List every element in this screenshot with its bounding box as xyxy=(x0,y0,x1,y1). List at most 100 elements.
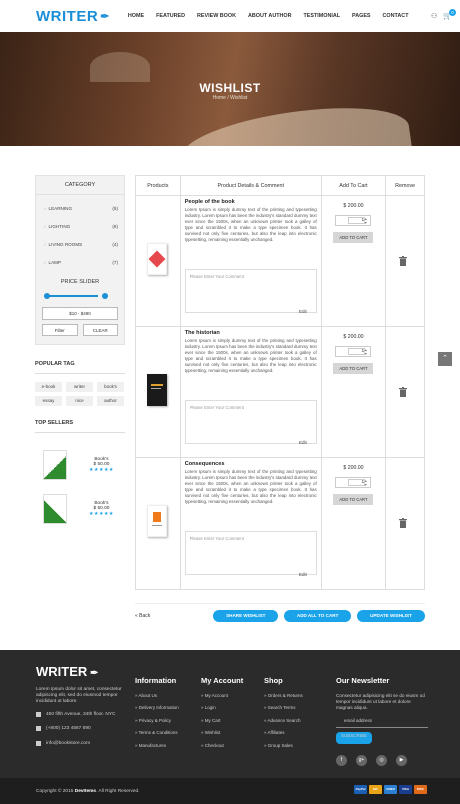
footer-link[interactable]: » Advance Search xyxy=(264,718,303,730)
back-link[interactable]: « Back xyxy=(135,613,150,619)
stepper-arrows-icon[interactable]: ▲ ▼ xyxy=(364,348,367,356)
book-cover-image[interactable] xyxy=(147,505,167,537)
nav-review-book[interactable]: REVIEW BOOK xyxy=(197,13,236,19)
seller-book-thumbnail[interactable] xyxy=(43,494,67,524)
tag-item[interactable]: writer xyxy=(66,382,93,392)
quantity-stepper[interactable]: 1 ▲ ▼ xyxy=(335,477,372,488)
account-icon[interactable]: ⚇ xyxy=(431,12,437,20)
footer-link[interactable]: » My Account xyxy=(201,693,243,705)
payment-methods: PayPal MC AMEX VISA DISC xyxy=(354,785,427,794)
site-logo[interactable]: WRITER ✒ xyxy=(36,8,110,25)
nav-home[interactable]: HOME xyxy=(128,13,144,19)
product-name[interactable]: Consequences xyxy=(185,461,317,467)
quantity-stepper[interactable]: 1 ▲ ▼ xyxy=(335,346,372,357)
footer-link[interactable]: » Privacy & Policy xyxy=(135,718,179,730)
share-wishlist-button[interactable]: SHARE WISHLIST xyxy=(213,610,279,622)
category-item-living-rooms[interactable]: › LIVING ROOMS (4) xyxy=(36,235,124,253)
footer-logo[interactable]: WRITER ✒ xyxy=(36,664,98,679)
price-slider[interactable] xyxy=(44,291,116,301)
trash-icon[interactable] xyxy=(399,387,408,397)
banner-book-image xyxy=(176,96,414,146)
footer-link[interactable]: » Delivery Information xyxy=(135,705,179,717)
footer-link[interactable]: » Wishlist xyxy=(201,730,243,742)
category-item-learning[interactable]: › LEARNING (5) xyxy=(36,199,124,217)
breadcrumb: Home / Wishlist xyxy=(212,95,248,101)
page-title: WISHLIST xyxy=(199,81,261,95)
add-all-to-cart-button[interactable]: ADD ALL TO CART xyxy=(284,610,352,622)
tag-cloud: e-book writer book's essay nice author xyxy=(35,382,125,406)
tag-item[interactable]: essay xyxy=(35,396,62,406)
stepper-arrows-icon[interactable]: ▲ ▼ xyxy=(364,479,367,487)
copyright-brand-link[interactable]: DevItems xyxy=(75,789,96,794)
facebook-icon[interactable]: f xyxy=(336,755,347,766)
stepper-arrows-icon[interactable]: ▲ ▼ xyxy=(364,217,367,225)
comment-field[interactable]: Please Enter Your Comment xyxy=(184,269,317,313)
footer-link[interactable]: » Affiliates xyxy=(264,730,303,742)
category-item-lamp[interactable]: › LAMP (7) xyxy=(36,253,124,271)
table-row: Consequences Lorem Ipsum is simply dummy… xyxy=(136,458,424,589)
filter-button[interactable]: Filter xyxy=(42,324,78,336)
footer-link[interactable]: » Login xyxy=(201,705,243,717)
comment-field[interactable]: Please Enter Your Comment xyxy=(184,400,317,444)
footer-link[interactable]: » About Us xyxy=(135,693,179,705)
product-description: Lorem Ipsum is simply dummy text of the … xyxy=(184,469,317,505)
google-plus-icon[interactable]: g+ xyxy=(356,755,367,766)
update-wishlist-button[interactable]: UPDATE WISHLIST xyxy=(357,610,425,622)
footer-link[interactable]: » Terms & Conditions xyxy=(135,730,179,742)
nav-pages[interactable]: PAGES xyxy=(352,13,370,19)
nav-testimonial[interactable]: TESTIMONIAL xyxy=(304,13,341,19)
footer-link[interactable]: » Manufactures xyxy=(135,743,179,755)
footer-email: info@bookstore.com xyxy=(36,741,90,746)
footer-link[interactable]: » Checkout xyxy=(201,743,243,755)
edit-link[interactable]: Edit xyxy=(299,309,307,314)
instagram-icon[interactable]: ◎ xyxy=(376,755,387,766)
add-to-cart-button[interactable]: ADD TO CART xyxy=(333,232,374,243)
trash-icon[interactable] xyxy=(399,518,408,528)
newsletter-title: Our Newsletter xyxy=(336,676,390,685)
price-slider-min-handle[interactable] xyxy=(44,292,50,299)
product-name[interactable]: The historian xyxy=(185,330,317,336)
tag-item[interactable]: e-book xyxy=(35,382,62,392)
nav-featured[interactable]: FEATURED xyxy=(156,13,185,19)
category-item-lighting[interactable]: › LIGHTING (8) xyxy=(36,217,124,235)
newsletter-email-input[interactable]: email address xyxy=(336,716,428,728)
footer-phone: (+800) 123 4567 890 xyxy=(36,726,91,731)
product-name[interactable]: People of the book xyxy=(185,199,317,205)
add-to-cart-button[interactable]: ADD TO CART xyxy=(333,494,374,505)
footer-link[interactable]: » Group Sales xyxy=(264,743,303,755)
nav-about-author[interactable]: ABOUT AUTHOR xyxy=(248,13,292,19)
footer-link[interactable]: » Search Terms xyxy=(264,705,303,717)
price-range-display: $10 - $490 xyxy=(42,307,118,320)
seller-book-thumbnail[interactable] xyxy=(43,450,67,480)
footer-link[interactable]: » Orders & Returns xyxy=(264,693,303,705)
page-banner: WISHLIST Home / Wishlist xyxy=(0,32,460,146)
clear-button[interactable]: CLEAR xyxy=(82,324,118,336)
site-header: WRITER ✒ HOME FEATURED REVIEW BOOK ABOUT … xyxy=(0,0,460,32)
top-seller-item[interactable]: Book's $ 50.00 ★★★★★ xyxy=(35,447,125,483)
top-seller-item[interactable]: Book's $ 50.00 ★★★★★ xyxy=(35,491,125,527)
price-slider-max-handle[interactable] xyxy=(102,292,108,299)
edit-link[interactable]: Edit xyxy=(299,440,307,445)
tag-item[interactable]: book's xyxy=(97,382,124,392)
nav-contact[interactable]: CONTACT xyxy=(383,13,409,19)
cart-icon[interactable]: 🛒 0 xyxy=(443,9,456,20)
youtube-icon[interactable]: ▶ xyxy=(396,755,407,766)
footer-account: My Account » My Account » Login » My Car… xyxy=(201,676,243,755)
trash-icon[interactable] xyxy=(399,256,408,266)
phone-icon xyxy=(36,726,41,731)
book-cover-image[interactable] xyxy=(147,374,167,406)
tag-item[interactable]: author xyxy=(97,396,124,406)
edit-link[interactable]: Edit xyxy=(299,572,307,577)
top-sellers-title: TOP SELLERS xyxy=(35,420,125,433)
subscribe-button[interactable]: SUBSCRIBE xyxy=(336,732,372,745)
quantity-stepper[interactable]: 1 ▲ ▼ xyxy=(335,215,372,226)
footer-account-title: My Account xyxy=(201,676,244,685)
tag-item[interactable]: nice xyxy=(66,396,93,406)
book-cover-image[interactable] xyxy=(147,243,167,275)
wishlist-table: Products Product Details & Comment Add T… xyxy=(135,175,425,590)
add-to-cart-button[interactable]: ADD TO CART xyxy=(333,363,374,374)
comment-field[interactable]: Please Enter Your Comment xyxy=(184,531,317,575)
footer-link[interactable]: » My Cart xyxy=(201,718,243,730)
footer-information: Information » About Us » Delivery Inform… xyxy=(135,676,179,755)
scroll-to-top-button[interactable]: ⌃ xyxy=(438,352,452,366)
